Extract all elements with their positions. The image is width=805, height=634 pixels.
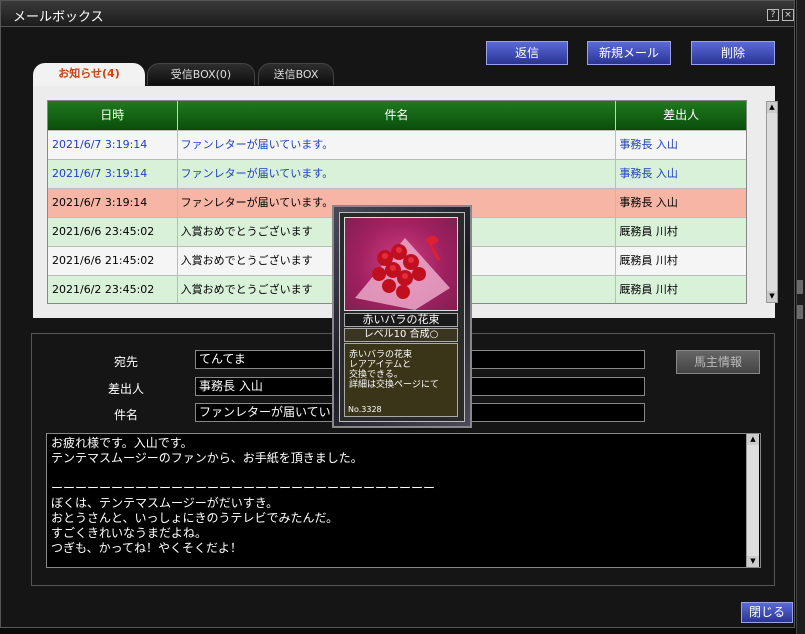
card-desc-line: レアアイテムと xyxy=(349,360,412,370)
card-desc-line: 交換できる。 xyxy=(349,370,403,380)
card-desc-line: 詳細は交換ページにて xyxy=(349,380,439,390)
new-mail-button[interactable]: 新規メール xyxy=(587,41,671,65)
list-scrollbar[interactable]: ▲ ▼ xyxy=(766,101,778,303)
header-date: 日時 xyxy=(48,101,178,130)
table-header: 日時 件名 差出人 xyxy=(48,101,746,130)
row-sender: 事務長 入山 xyxy=(619,138,678,151)
row-date: 2021/6/6 21:45:02 xyxy=(48,247,178,275)
row-subject: ファンレターが届いています。 xyxy=(178,131,617,159)
owner-info-button[interactable]: 馬主情報 xyxy=(676,350,760,374)
table-row[interactable]: 2021/6/7 3:19:14 ファンレターが届いています。 事務長 入山 xyxy=(48,159,746,188)
header-subject: 件名 xyxy=(178,101,617,130)
window-close-button[interactable]: × xyxy=(782,9,794,21)
to-label: 宛先 xyxy=(113,355,138,369)
header-sender: 差出人 xyxy=(663,108,700,122)
item-card-tooltip: 赤いバラの花束 レベル10 合成○ 赤いバラの花束 レアアイテムと 交換できる。… xyxy=(332,205,472,428)
tab-inbox[interactable]: 受信BOX(0) xyxy=(147,63,255,85)
window-title: メールボックス xyxy=(13,10,104,25)
row-date: 2021/6/7 3:19:14 xyxy=(48,189,178,217)
table-row[interactable]: 2021/6/7 3:19:14 ファンレターが届いています。 事務長 入山 xyxy=(48,130,746,159)
close-button[interactable]: 閉じる xyxy=(741,602,793,623)
rose-bouquet-icon xyxy=(344,217,458,311)
background-mark xyxy=(797,305,803,319)
row-sender: 厩務員 川村 xyxy=(619,283,678,296)
scroll-up-icon[interactable]: ▲ xyxy=(767,102,777,113)
row-subject: ファンレターが届いています。 xyxy=(178,160,617,188)
card-desc-line: 赤いバラの花束 xyxy=(349,350,413,360)
card-item-name: 赤いバラの花束 xyxy=(344,313,458,327)
title-bar: メールボックス ? × xyxy=(1,1,794,27)
mailbox-window: メールボックス ? × 返信 新規メール 削除 お知らせ(4) 受信BOX(0)… xyxy=(0,0,795,628)
body-scroll-down-icon[interactable]: ▼ xyxy=(747,556,759,567)
row-sender: 厩務員 川村 xyxy=(619,254,678,267)
message-scrollbar[interactable]: ▲ ▼ xyxy=(746,434,759,567)
row-sender: 厩務員 川村 xyxy=(619,225,678,238)
row-date: 2021/6/2 23:45:02 xyxy=(48,276,178,303)
tab-notices[interactable]: お知らせ(4) xyxy=(33,63,145,87)
row-sender: 事務長 入山 xyxy=(619,167,678,180)
row-date: 2021/6/6 23:45:02 xyxy=(48,218,178,246)
tab-outbox[interactable]: 送信BOX xyxy=(258,63,334,85)
scroll-down-icon[interactable]: ▼ xyxy=(767,291,777,302)
delete-button[interactable]: 削除 xyxy=(691,41,775,65)
message-body: お疲れ様です。入山です。 テンテマスムージーのファンから、お手紙を頂きました。 … xyxy=(46,433,761,568)
subject-label: 件名 xyxy=(113,408,138,422)
reply-button[interactable]: 返信 xyxy=(486,41,568,65)
body-scroll-up-icon[interactable]: ▲ xyxy=(747,434,759,445)
help-button[interactable]: ? xyxy=(767,9,779,21)
card-item-level: レベル10 合成○ xyxy=(344,328,458,342)
from-label: 差出人 xyxy=(107,382,144,396)
card-number: No.3328 xyxy=(348,405,382,414)
background-mark xyxy=(797,280,803,294)
row-date: 2021/6/7 3:19:14 xyxy=(48,160,178,188)
row-date: 2021/6/7 3:19:14 xyxy=(48,131,178,159)
row-sender: 事務長 入山 xyxy=(619,196,678,209)
